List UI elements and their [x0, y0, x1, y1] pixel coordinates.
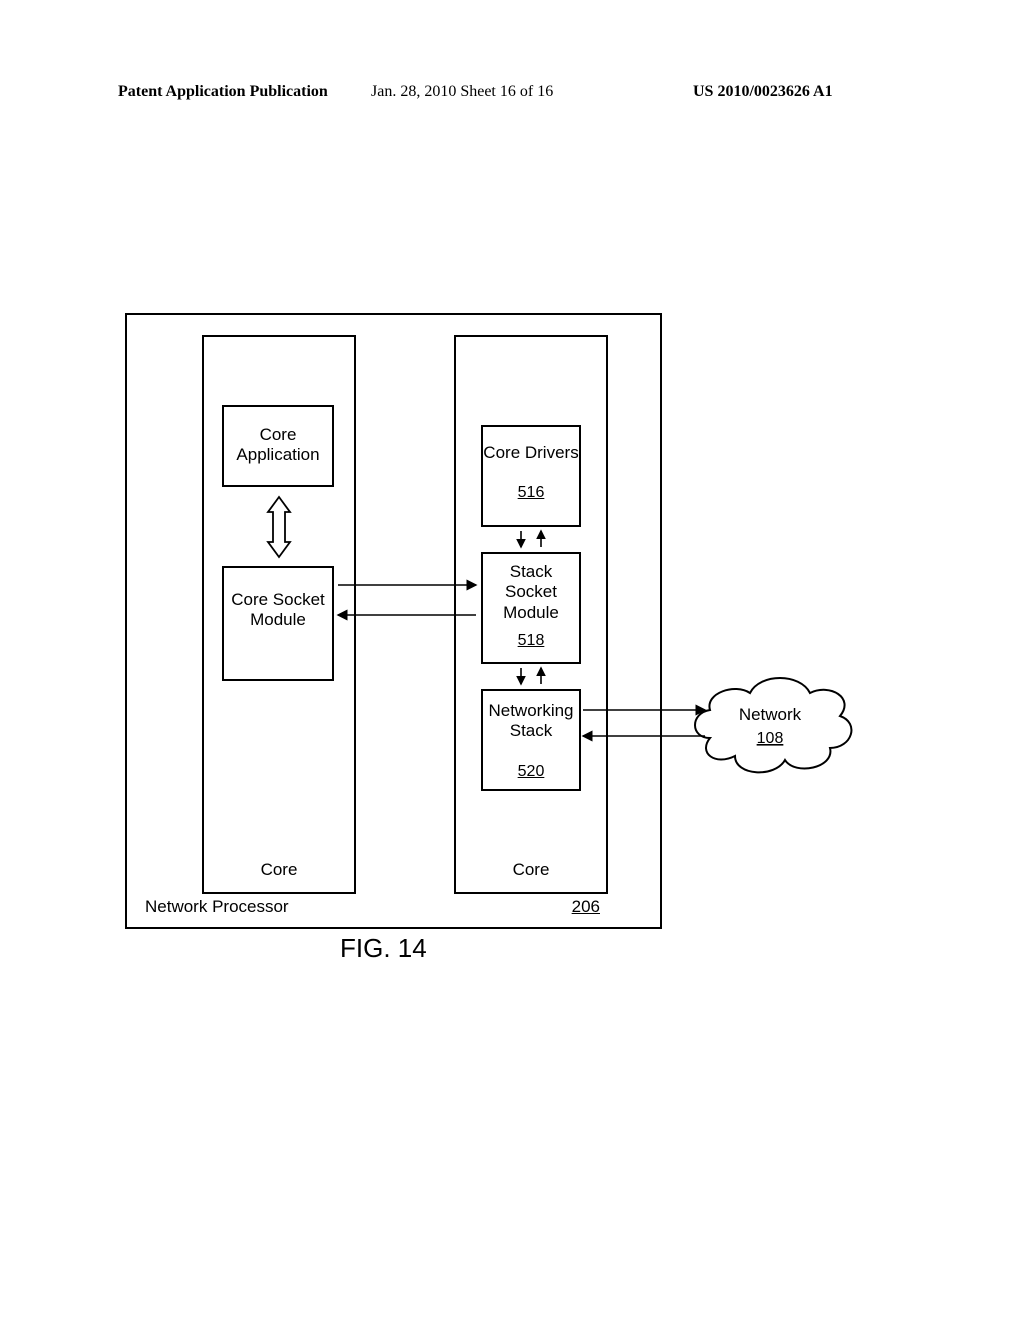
- core-application-label: Core Application: [236, 425, 319, 464]
- network-processor-ref: 206: [572, 897, 600, 917]
- page-header: Patent Application Publication Jan. 28, …: [0, 83, 1024, 103]
- core-drivers-ref: 516: [518, 483, 545, 502]
- header-middle: Jan. 28, 2010 Sheet 16 of 16: [371, 83, 553, 101]
- networking-stack-box: Networking Stack 520: [481, 689, 581, 791]
- network-arrows-icon: [581, 696, 711, 752]
- networking-stack-ref: 520: [518, 762, 545, 781]
- stack-socket-module-box: Stack Socket Module 518: [481, 552, 581, 664]
- core-application-box: Core Application: [222, 405, 334, 487]
- core-drivers-label: Core Drivers: [483, 443, 578, 462]
- stack-socket-module-ref: 518: [518, 631, 545, 650]
- horizontal-arrows-icon: [336, 573, 480, 633]
- networking-stack-label: Networking Stack: [488, 701, 573, 740]
- stack-socket-module-label: Stack Socket Module: [503, 562, 559, 622]
- page: Patent Application Publication Jan. 28, …: [0, 0, 1024, 1320]
- figure-caption: FIG. 14: [125, 933, 899, 964]
- header-right: US 2010/0023626 A1: [693, 83, 833, 101]
- cloud-ref: 108: [757, 730, 784, 747]
- core-socket-module-box: Core Socket Module: [222, 566, 334, 681]
- core-socket-module-label: Core Socket Module: [231, 590, 325, 629]
- core-right-label: Core: [456, 860, 606, 880]
- core-drivers-box: Core Drivers 516: [481, 425, 581, 527]
- figure-caption-text: FIG. 14: [340, 933, 427, 964]
- bidir-arrow-icon: [262, 492, 296, 562]
- network-processor-box: Network Processor 206 Core Core Applicat…: [125, 313, 662, 929]
- arrow-pair-icon: [509, 666, 553, 688]
- cloud-title: Network: [739, 705, 802, 724]
- core-left-label: Core: [204, 860, 354, 880]
- header-left: Patent Application Publication: [118, 83, 328, 101]
- arrow-pair-icon: [509, 529, 553, 551]
- network-processor-label: Network Processor: [145, 897, 289, 917]
- core-column-left: Core Core Application Core Socket Module: [202, 335, 356, 894]
- figure-diagram: Network 108 Network Processor 206 Core C…: [125, 313, 899, 953]
